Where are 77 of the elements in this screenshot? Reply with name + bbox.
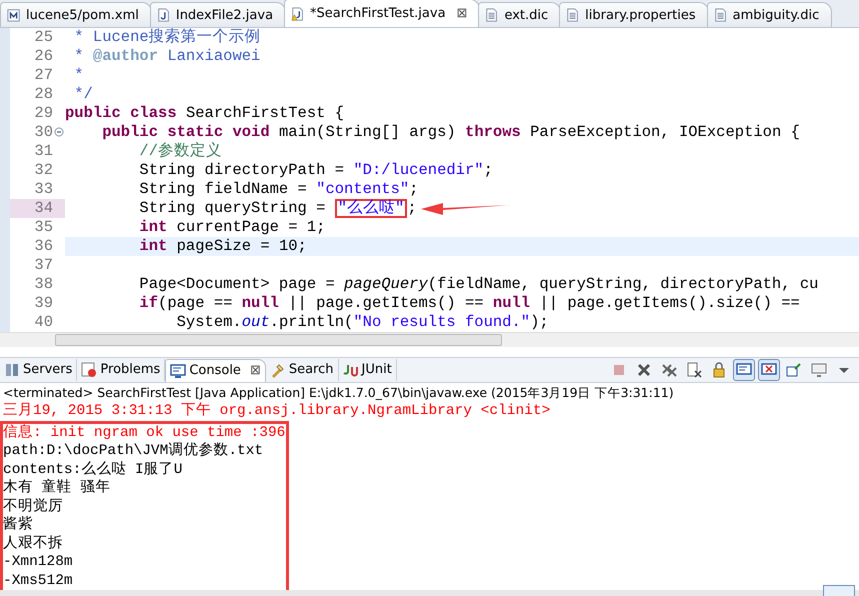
code-text: public static void main(String[] args) throws ParseException, IOException { — [101, 123, 800, 142]
line-number: 39 — [33, 294, 54, 313]
code-text: String directoryPath = "D:/lucenedir"; — [138, 161, 493, 180]
line-number: 29 — [33, 104, 54, 123]
lock-icon[interactable] — [711, 362, 727, 378]
code-text: * — [73, 66, 84, 85]
line-number: 35 — [33, 218, 54, 237]
console-output-line: 三月19, 2015 3:31:13 下午 org.ansj.library.NgramLibrary <clinit> — [3, 402, 552, 420]
code-text: //参数定义 — [138, 142, 222, 161]
collapse-icon[interactable] — [54, 127, 64, 137]
console-status: <terminated> SearchFirstTest [Java Application] E:\jdk1.7.0_67\bin\javaw.exe (2015年3月19日 下午3:31:11) — [2, 384, 675, 402]
close-button[interactable]: ⊠ — [250, 363, 261, 378]
scrollbar-thumb[interactable] — [55, 334, 502, 346]
code-text: public class SearchFirstTest { — [65, 104, 344, 123]
code-text: ; — [407, 199, 417, 218]
editor-tab[interactable]: *SearchFirstTest.java ⊠ — [284, 0, 480, 27]
code-text: * @author Lanxiaowei — [73, 47, 260, 66]
minimized-view-icon[interactable] — [823, 585, 855, 596]
code-text: * Lucene搜索第一个示例 — [73, 28, 261, 47]
pin-icon[interactable] — [786, 362, 802, 378]
code-text: Page<Document> page = pageQuery(fieldName, queryString, directoryPath, cu — [138, 275, 818, 294]
editor-tab[interactable]: library.properties — [559, 2, 709, 27]
line-number: 33 — [33, 180, 54, 199]
view-tab[interactable]: Search — [266, 358, 339, 380]
horizontal-scrollbar[interactable] — [0, 332, 859, 347]
clear-console-icon[interactable] — [686, 362, 702, 378]
line-number: 36 — [33, 237, 54, 256]
view-tab[interactable]: Console ⊠ — [165, 358, 266, 382]
line-number: 40 — [33, 313, 54, 332]
console-output-line: 木有 童鞋 骚年 — [3, 479, 112, 498]
highlighted-string: "么么哒" — [334, 199, 408, 218]
console-output-line: 信息: init ngram ok use time :396 — [3, 424, 286, 442]
console-output-line: -Xmn128m — [3, 553, 74, 572]
remove-all-icon[interactable] — [661, 362, 677, 378]
close-button[interactable]: ⊠ — [456, 6, 468, 21]
file-icon — [7, 7, 21, 23]
file-warning-icon — [291, 6, 306, 22]
console-output-line: 不明觉厉 — [3, 498, 64, 516]
code-text: int pageSize = 10; — [138, 237, 307, 256]
console-output-line: 酱紫 — [3, 516, 34, 534]
code-text: int currentPage = 1; — [138, 218, 326, 237]
line-number: 37 — [33, 256, 54, 275]
editor-tab[interactable]: ext.dic — [478, 2, 562, 27]
monitor-icon[interactable] — [811, 362, 827, 378]
line-number: 25 — [33, 28, 54, 47]
console-output-line: path:D:\docPath\JVM调优参数.txt — [3, 442, 264, 460]
editor-tab[interactable]: ambiguity.dic — [706, 2, 832, 27]
line-number: 30 — [10, 123, 65, 142]
editor-tab[interactable]: IndexFile2.java — [150, 2, 286, 27]
console-output-line: 人艰不拆 — [3, 534, 64, 553]
line-number: 32 — [33, 161, 54, 180]
code-text: */ — [73, 85, 93, 104]
file-icon — [156, 7, 171, 23]
text-file-icon — [714, 7, 728, 23]
line-number: 26 — [33, 47, 54, 66]
console-output-line: -Xms512m — [3, 572, 74, 590]
line-number: 38 — [33, 275, 54, 294]
line-number: 28 — [33, 85, 54, 104]
remove-icon[interactable] — [636, 362, 652, 378]
console-icon — [170, 362, 186, 378]
view-tab[interactable]: Problems — [77, 358, 166, 380]
flashlight-icon — [270, 362, 286, 378]
code-text: String queryString = — [138, 199, 326, 218]
line-number: 27 — [33, 66, 54, 85]
editor-tab[interactable]: lucene5/pom.xml — [0, 2, 152, 27]
text-file-icon — [566, 7, 580, 23]
console-output-line: contents:么么哒 I服了U — [3, 460, 184, 478]
line-number: 34 — [10, 199, 65, 218]
text-file-icon — [485, 7, 500, 23]
code-text: System.out.println("No results found."); — [176, 313, 549, 332]
code-text: if(page == null || page.getItems() == null || page.getItems().size() == — [138, 294, 800, 313]
view-tab[interactable]: Servers — [0, 358, 78, 380]
code-text: String fieldName = "contents"; — [138, 180, 418, 199]
view-tab[interactable]: JUnit — [338, 358, 397, 380]
servers-icon — [4, 362, 20, 378]
problems-icon — [81, 362, 98, 378]
line-number: 31 — [33, 142, 54, 161]
